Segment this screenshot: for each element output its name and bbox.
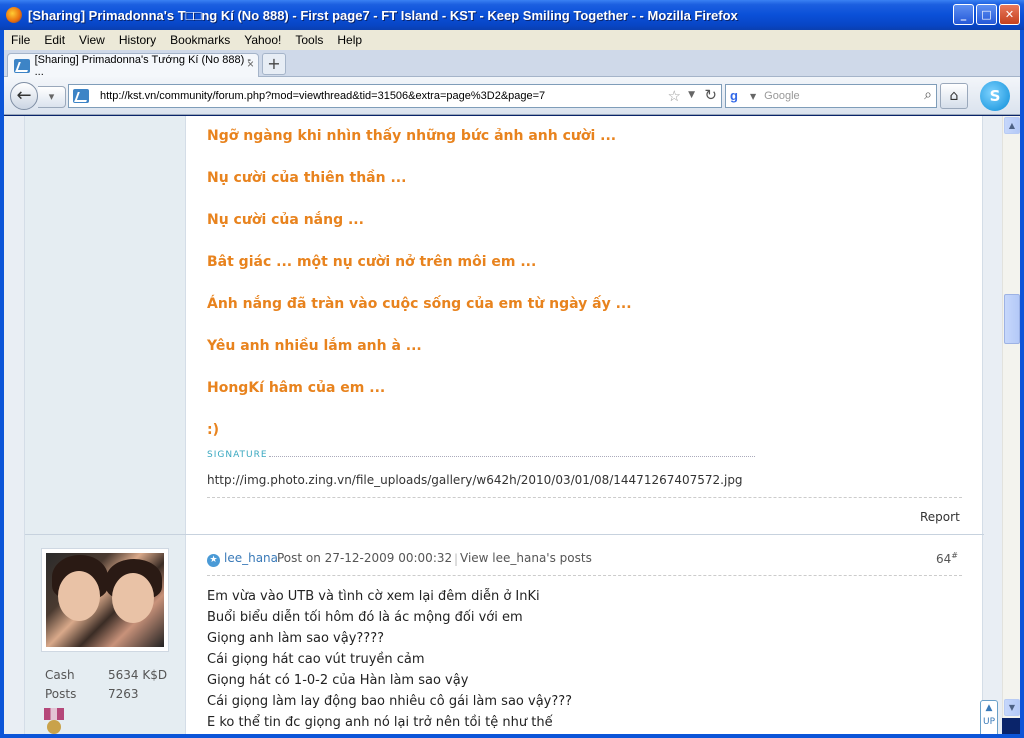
search-engine-dropdown-icon[interactable]: ▼ [750,92,756,101]
post-line: Nụ cười của thiên thần ... [207,170,407,186]
online-status-icon: ★ [207,554,220,567]
forum-thread: Ngỡ ngàng khi nhìn thấy những bức ảnh an… [24,116,984,734]
avatar[interactable] [41,548,169,652]
url-favicon-icon [73,89,89,103]
avatar-image [46,553,164,647]
scroll-thumb[interactable] [1004,294,1020,344]
medal-icon[interactable] [44,708,64,734]
menu-bookmarks[interactable]: Bookmarks [163,33,237,47]
tab-close-icon[interactable]: × [247,57,254,71]
reload-icon[interactable]: ↻ [704,86,717,104]
title-bar: [Sharing] Primadonna's T□□ng Kí (No 888)… [0,0,1024,30]
menu-view[interactable]: View [72,33,112,47]
stat-posts-label: Posts [45,687,77,701]
post-line: Giọng hát có 1-0-2 của Hàn làm sao vậy [207,673,469,688]
skype-icon[interactable]: S [980,81,1010,111]
url-dropdown-icon[interactable]: ▼ [688,90,695,100]
tab-strip: [Sharing] Primadonna's Tướng Kí (No 888)… [4,50,1020,78]
tab-label: [Sharing] Primadonna's Tướng Kí (No 888)… [34,53,252,78]
close-button[interactable]: ✕ [999,4,1020,25]
back-button[interactable]: ← [10,82,38,110]
menu-yahoo[interactable]: Yahoo! [237,33,288,47]
post-line: Ngỡ ngàng khi nhìn thấy những bức ảnh an… [207,128,617,144]
new-tab-button[interactable]: + [262,53,286,75]
post-line: HongKí hâm của em ... [207,380,386,396]
maximize-button[interactable]: □ [976,4,997,25]
signature-label: SIGNATURE [207,450,268,460]
view-posts-link[interactable]: View lee_hana's posts [460,551,592,565]
search-icon[interactable]: ⌕ [924,87,932,103]
stat-cash-label: Cash [45,668,75,682]
signature-divider [269,456,755,457]
post-header: ★ lee_hana Post on 27-12-2009 00:00:32 |… [207,551,962,571]
window-frame-bottom [0,734,1024,738]
signature-text: http://img.photo.zing.vn/file_uploads/ga… [207,473,743,487]
search-input[interactable]: Google [764,90,799,102]
post-header-divider [207,575,962,576]
url-text[interactable]: http://kst.vn/community/forum.php?mod=vi… [100,90,545,102]
post-separator [25,534,984,535]
post-line: Giọng anh làm sao vậy???? [207,631,384,646]
username-link[interactable]: lee_hana [224,551,278,565]
scroll-down-arrow-icon[interactable]: ▼ [1004,699,1020,716]
back-arrow-icon: ← [16,85,32,106]
menu-bar: File Edit View History Bookmarks Yahoo! … [4,30,1020,50]
header-separator: | [454,552,459,566]
menu-history[interactable]: History [112,33,163,47]
post-footer-divider [207,497,962,498]
search-bar[interactable]: g ▼ Google ⌕ [725,84,937,108]
window-title: [Sharing] Primadonna's T□□ng Kí (No 888)… [28,7,738,23]
post-line: Ánh nắng đã tràn vào cuộc sống của em từ… [207,296,632,312]
bookmark-star-icon[interactable]: ☆ [668,87,681,105]
menu-edit[interactable]: Edit [37,33,72,47]
post-timestamp: Post on 27-12-2009 00:00:32 [277,551,453,565]
post-line: Cái giọng hát cao vút truyền cảm [207,652,425,667]
url-bar[interactable]: http://kst.vn/community/forum.php?mod=vi… [68,84,722,108]
vertical-scrollbar[interactable]: ▲ ▼ [1002,116,1020,718]
post-line: Em vừa vào UTB và tình cờ xem lại đêm di… [207,589,540,604]
post-line: Yêu anh nhiều lắm anh à ... [207,338,422,354]
minimize-button[interactable]: _ [953,4,974,25]
scroll-to-top-button[interactable]: ▲ UP [980,700,998,734]
google-icon[interactable]: g [730,88,748,104]
stat-posts-value: 7263 [108,687,139,701]
post-line: Bât giác ... một nụ cười nở trên môi em … [207,254,537,270]
post-line: Buổi biểu diễn tối hôm đó là ác mộng đối… [207,610,523,625]
scroll-up-arrow-icon[interactable]: ▲ [1004,117,1020,134]
tab-active[interactable]: [Sharing] Primadonna's Tướng Kí (No 888)… [7,53,259,78]
post-line: Nụ cười của nắng ... [207,212,364,228]
site-favicon-icon [14,58,30,73]
page-viewport: Ngỡ ngàng khi nhìn thấy những bức ảnh an… [4,116,1002,734]
window-frame-right [1020,30,1024,738]
home-icon: ⌂ [949,88,959,104]
report-link[interactable]: Report [920,510,960,524]
menu-file[interactable]: File [4,33,37,47]
post-number[interactable]: 64# [936,551,958,566]
post-line: :) [207,422,219,438]
navigation-bar: ← ▾ http://kst.vn/community/forum.php?mo… [4,77,1020,115]
post-line: Cái giọng làm lay động bao nhiêu cô gái … [207,694,573,709]
forward-button[interactable]: ▾ [38,86,66,108]
menu-help[interactable]: Help [330,33,369,47]
firefox-icon [6,7,22,23]
dropdown-arrow-icon: ▾ [48,90,55,103]
home-button[interactable]: ⌂ [940,83,968,109]
post-line: E ko thể tin đc giọng anh nó lại trở nên… [207,715,553,730]
menu-tools[interactable]: Tools [288,33,330,47]
stat-cash-value: 5634 K$D [108,668,168,682]
